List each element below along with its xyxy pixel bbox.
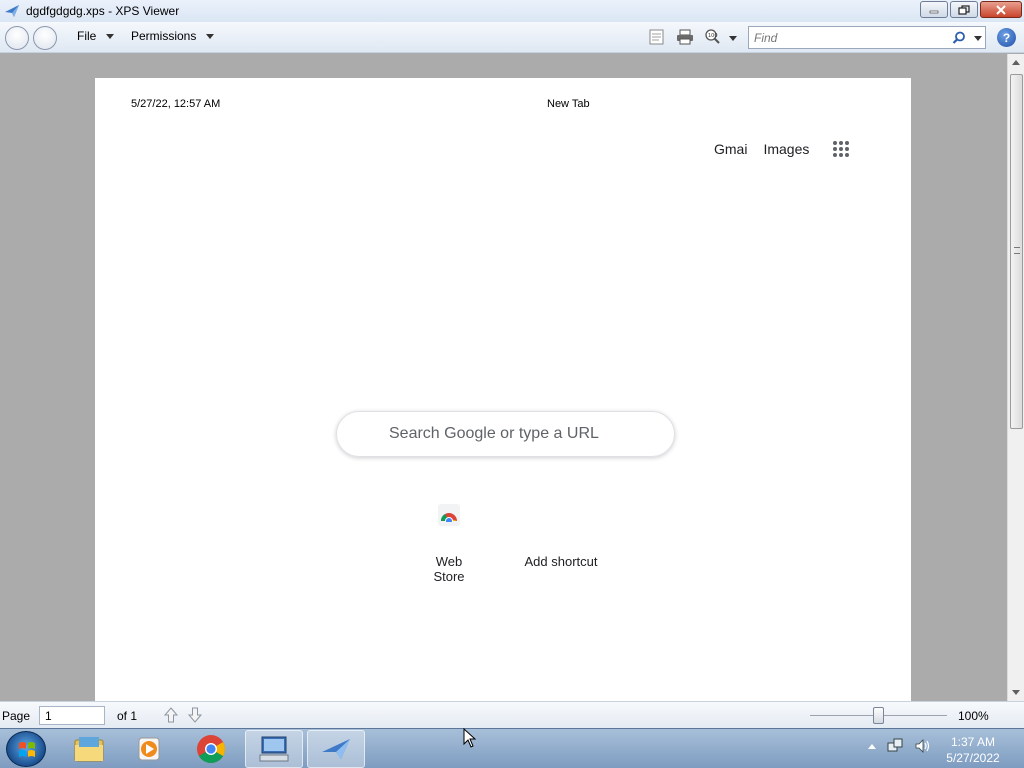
search-placeholder: Search Google or type a URL [389, 425, 599, 442]
previous-page-icon[interactable] [163, 706, 179, 724]
search-icon[interactable] [952, 31, 966, 45]
restore-button[interactable] [950, 1, 978, 18]
zoom-level-label: 100% [958, 709, 989, 723]
network-icon[interactable] [886, 737, 904, 755]
page-header-title: New Tab [547, 98, 590, 110]
show-hidden-icons-icon[interactable] [868, 743, 876, 749]
page-label: Page [2, 709, 31, 723]
google-header-links: Gmai Images [714, 141, 809, 157]
document-page: 5/27/22, 12:57 AM New Tab Gmai Images Se… [95, 78, 911, 701]
images-link: Images [763, 141, 810, 157]
outline-icon[interactable] [648, 29, 666, 45]
chevron-down-icon [106, 33, 115, 39]
taskbar-media-player[interactable] [121, 730, 179, 768]
close-icon [996, 4, 1006, 15]
page-header-datetime: 5/27/22, 12:57 AM [131, 98, 221, 110]
restore-icon [958, 4, 970, 15]
zoom-slider-thumb[interactable] [873, 707, 884, 724]
svg-text:100: 100 [708, 33, 718, 39]
google-search-box: Search Google or type a URL [336, 411, 675, 457]
taskbar-xps-viewer[interactable] [307, 730, 365, 768]
zoom-icon[interactable]: 100 [704, 29, 722, 45]
title-bar: dgdfgdgdg.xps - XPS Viewer [0, 0, 1024, 22]
taskbar-remote-desktop[interactable] [245, 730, 303, 768]
status-bar: Page of 1 100% [0, 701, 1024, 728]
find-box [748, 26, 986, 49]
taskbar-clock[interactable]: 1:37 AM 5/27/2022 [938, 734, 1008, 766]
mouse-cursor-icon [463, 728, 477, 748]
minimize-icon [929, 10, 939, 13]
close-button[interactable] [980, 1, 1022, 18]
file-menu[interactable]: File [77, 29, 115, 43]
taskbar-chrome[interactable] [182, 730, 240, 768]
taskbar: 1:37 AM 5/27/2022 [0, 728, 1024, 768]
web-store-shortcut-label: Web Store [433, 554, 465, 584]
page-count-label: of 1 [117, 709, 138, 723]
clock-date: 5/27/2022 [946, 751, 1000, 765]
print-icon[interactable] [676, 29, 694, 45]
window-controls [920, 1, 1022, 18]
taskbar-explorer[interactable] [60, 730, 118, 768]
zoom-dropdown-icon[interactable] [729, 36, 737, 41]
permissions-menu-label: Permissions [131, 29, 197, 43]
next-page-icon[interactable] [187, 706, 203, 724]
web-store-icon [438, 504, 460, 526]
clock-time: 1:37 AM [950, 735, 996, 749]
find-options-icon[interactable] [974, 36, 982, 41]
xps-viewer-app-icon [5, 5, 19, 17]
back-button[interactable] [5, 26, 29, 50]
xps-viewer-icon [322, 739, 350, 759]
document-viewport[interactable]: 5/27/22, 12:57 AM New Tab Gmai Images Se… [0, 54, 1007, 701]
gmail-link: Gmai [714, 141, 748, 157]
scroll-down-icon[interactable] [1012, 690, 1020, 695]
scroll-up-icon[interactable] [1012, 60, 1020, 65]
find-input[interactable] [749, 30, 944, 45]
volume-icon[interactable] [914, 737, 932, 755]
system-tray [868, 737, 932, 755]
forward-button[interactable] [33, 26, 57, 50]
vertical-scrollbar[interactable] [1007, 54, 1024, 701]
windows-logo-icon [19, 742, 35, 757]
minimize-button[interactable] [920, 1, 948, 18]
add-shortcut-label: Add shortcut [524, 554, 598, 569]
chrome-icon [197, 735, 225, 763]
start-button[interactable] [6, 731, 46, 767]
scrollbar-grip-icon [1014, 247, 1020, 254]
toolbar: File Permissions 100 ? [0, 22, 1024, 53]
file-menu-label: File [77, 29, 97, 43]
monitor-icon [259, 736, 289, 762]
media-player-icon [138, 737, 160, 761]
scrollbar-thumb[interactable] [1010, 74, 1023, 429]
permissions-menu[interactable]: Permissions [131, 29, 215, 43]
page-number-input[interactable] [39, 706, 105, 725]
window-title: dgdfgdgdg.xps - XPS Viewer [26, 4, 180, 18]
folder-icon [74, 737, 104, 762]
chevron-down-icon [206, 33, 215, 39]
apps-grid-icon [833, 141, 849, 157]
help-icon[interactable]: ? [997, 28, 1016, 47]
